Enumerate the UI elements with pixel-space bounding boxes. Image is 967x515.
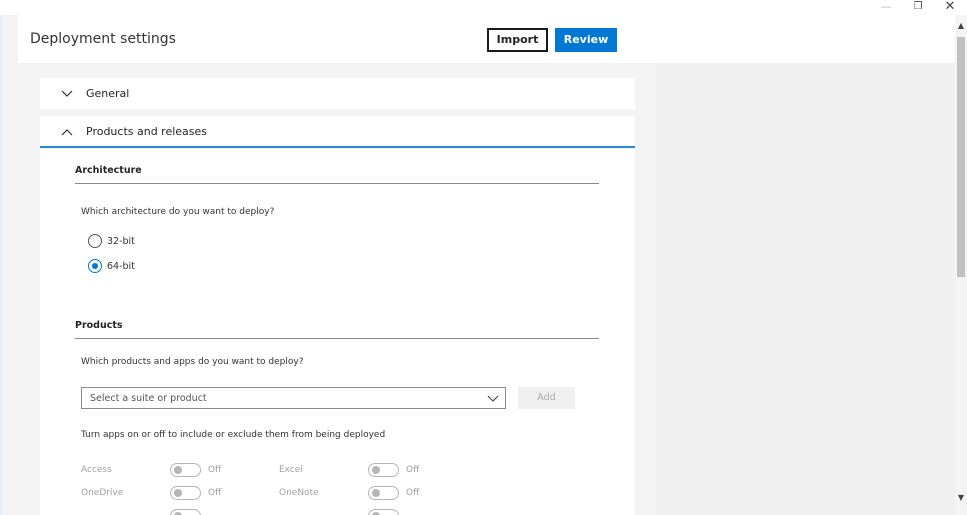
suite-product-select-placeholder: Select a suite or product [90, 393, 207, 404]
section-products-releases-header[interactable]: Products and releases [40, 116, 635, 148]
review-button[interactable]: Review [555, 28, 617, 52]
import-button[interactable]: Import [487, 28, 548, 52]
toggle-excel-state: Off [406, 465, 420, 475]
toggle-access-state: Off [208, 465, 222, 475]
architecture-heading: Architecture [75, 165, 142, 176]
products-releases-content: Architecture Which architecture do you w… [40, 149, 635, 515]
toggle-knob [174, 466, 182, 474]
section-general-label: General [86, 87, 130, 100]
app-name-excel: Excel [279, 465, 303, 475]
add-product-button[interactable]: Add [518, 387, 575, 409]
scroll-down-icon[interactable]: ▼ [955, 493, 967, 502]
toggle-partial[interactable] [368, 509, 399, 515]
toggle-excel[interactable] [368, 463, 399, 477]
right-side-panel [656, 63, 955, 515]
products-divider [75, 338, 599, 339]
architecture-question: Which architecture do you want to deploy… [81, 207, 275, 217]
window-left-edge [0, 0, 2, 515]
radio-32-bit[interactable] [88, 234, 102, 248]
close-button[interactable]: ✕ [936, 0, 964, 15]
products-heading: Products [75, 320, 123, 331]
toggle-onenote-state: Off [406, 488, 420, 498]
radio-64-bit-label[interactable]: 64-bit [107, 261, 135, 272]
toggle-knob [174, 489, 182, 497]
toggle-access[interactable] [170, 463, 201, 477]
scrollbar-thumb[interactable] [957, 37, 965, 277]
scroll-up-icon[interactable]: ▲ [955, 21, 967, 30]
toggle-partial[interactable] [170, 509, 201, 515]
architecture-divider [75, 183, 599, 184]
section-products-releases-label: Products and releases [86, 125, 208, 138]
toggle-onenote[interactable] [368, 486, 399, 500]
app-name-onenote: OneNote [279, 488, 319, 498]
chevron-up-icon [61, 129, 73, 136]
restore-button[interactable]: ❐ [904, 0, 932, 15]
toggle-onedrive-state: Off [208, 488, 222, 498]
page-header: Deployment settings Import Review [18, 15, 955, 63]
radio-32-bit-label[interactable]: 32-bit [107, 236, 135, 247]
vertical-scrollbar[interactable]: ▲ ▼ [955, 15, 967, 515]
suite-product-select[interactable]: Select a suite or product [81, 387, 506, 409]
apps-instruction: Turn apps on or off to include or exclud… [81, 430, 386, 440]
minimize-button[interactable]: — [872, 0, 900, 15]
chevron-down-icon [61, 90, 73, 97]
toggle-knob [372, 466, 380, 474]
page-title: Deployment settings [30, 31, 176, 47]
products-question: Which products and apps do you want to d… [81, 357, 304, 367]
app-name-onedrive: OneDrive [81, 488, 124, 498]
app-name-access: Access [81, 465, 112, 475]
chevron-down-icon [487, 395, 499, 402]
section-general-header[interactable]: General [40, 78, 635, 109]
radio-selected-dot [92, 263, 98, 269]
toggle-knob [372, 489, 380, 497]
toggle-onedrive[interactable] [170, 486, 201, 500]
radio-64-bit[interactable] [88, 259, 102, 273]
window-titlebar: — ❐ ✕ [0, 0, 967, 15]
